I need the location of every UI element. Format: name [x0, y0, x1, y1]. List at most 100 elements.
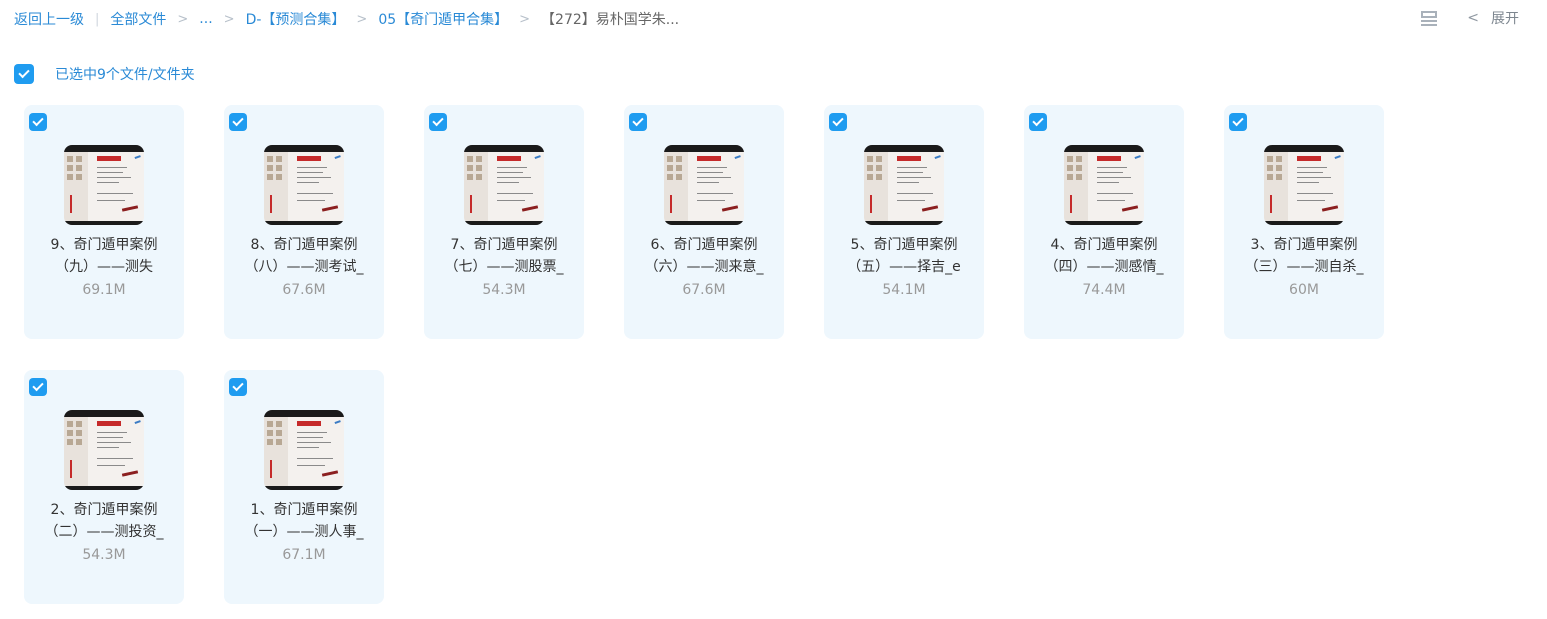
back-link[interactable]: 返回上一级	[14, 9, 84, 29]
breadcrumb-all-files[interactable]: 全部文件	[110, 9, 166, 29]
thumbnail-shape	[267, 421, 273, 427]
thumbnail-shape	[67, 421, 73, 427]
file-card[interactable]: 9、奇门遁甲案例 （九）——测失 69.1M	[24, 105, 184, 339]
thumbnail-shape	[1276, 156, 1282, 162]
file-thumbnail[interactable]	[664, 145, 744, 225]
thumbnail-shape	[1297, 182, 1319, 183]
breadcrumb-ellipsis[interactable]: ...	[199, 11, 212, 27]
list-view-icon[interactable]	[1421, 11, 1438, 26]
file-size: 67.1M	[282, 547, 326, 563]
thumbnail-shape	[1321, 205, 1339, 212]
file-card[interactable]: 3、奇门遁甲案例 （三）——测自杀_ 60M	[1224, 105, 1384, 339]
file-name[interactable]: 1、奇门遁甲案例 （一）——测人事_	[224, 499, 384, 543]
file-checkbox[interactable]	[629, 113, 647, 131]
thumbnail-shape	[297, 437, 323, 438]
thumbnail-shape	[870, 195, 872, 213]
file-name[interactable]: 6、奇门遁甲案例 （六）——测来意_	[624, 234, 784, 278]
file-thumbnail[interactable]	[1264, 145, 1344, 225]
thumbnail-shape	[667, 156, 673, 162]
file-card[interactable]: 5、奇门遁甲案例 （五）——择吉_e 54.1M	[824, 105, 984, 339]
file-name[interactable]: 3、奇门遁甲案例 （三）——测自杀_	[1224, 234, 1384, 278]
chevron-right-icon: >	[223, 11, 235, 27]
file-name[interactable]: 2、奇门遁甲案例 （二）——测投资_	[24, 499, 184, 543]
thumbnail-shape	[1097, 172, 1123, 173]
thumbnail-shape	[667, 174, 673, 180]
file-name[interactable]: 9、奇门遁甲案例 （九）——测失	[24, 234, 184, 278]
file-thumbnail[interactable]	[264, 410, 344, 490]
file-thumbnail[interactable]	[264, 145, 344, 225]
file-thumbnail[interactable]	[464, 145, 544, 225]
thumbnail-shape	[64, 152, 88, 221]
thumbnail-shape	[76, 156, 82, 162]
thumbnail-shape	[897, 156, 921, 161]
file-checkbox[interactable]	[1029, 113, 1047, 131]
thumbnail-shape	[70, 460, 72, 478]
thumbnail-shape	[276, 439, 282, 445]
file-checkbox[interactable]	[429, 113, 447, 131]
thumbnail-shape	[864, 152, 888, 221]
thumbnail-shape	[97, 200, 125, 201]
thumbnail-shape	[521, 205, 539, 212]
thumbnail-shape	[497, 193, 533, 194]
thumbnail-shape	[1297, 167, 1327, 168]
file-checkbox[interactable]	[229, 378, 247, 396]
breadcrumb-level2[interactable]: 05【奇门遁甲合集】	[378, 9, 508, 29]
thumbnail-shape	[1276, 174, 1282, 180]
file-thumbnail[interactable]	[864, 145, 944, 225]
selection-count-label: 已选中9个文件/文件夹	[55, 67, 195, 83]
file-card[interactable]: 6、奇门遁甲案例 （六）——测来意_ 67.6M	[624, 105, 784, 339]
file-checkbox[interactable]	[829, 113, 847, 131]
thumbnail-shape	[1297, 193, 1333, 194]
thumbnail-shape	[497, 156, 521, 161]
thumbnail-shape	[734, 155, 742, 161]
thumbnail-shape	[64, 486, 144, 490]
thumbnail-shape	[1064, 152, 1088, 221]
file-checkbox[interactable]	[1229, 113, 1247, 131]
thumbnail-shape	[297, 465, 325, 466]
thumbnail-shape	[697, 193, 733, 194]
file-card[interactable]: 1、奇门遁甲案例 （一）——测人事_ 67.1M	[224, 370, 384, 604]
file-name[interactable]: 7、奇门遁甲案例 （七）——测股票_	[424, 234, 584, 278]
thumbnail-shape	[264, 221, 344, 225]
file-name-line2: （一）——测人事_	[244, 524, 364, 540]
top-bar: 返回上一级 | 全部文件 > ... > D-【预测合集】 > 05【奇门遁甲合…	[0, 0, 1547, 38]
thumbnail-shape	[897, 200, 925, 201]
file-card[interactable]: 4、奇门遁甲案例 （四）——测感情_ 74.4M	[1024, 105, 1184, 339]
breadcrumb-level1[interactable]: D-【预测合集】	[246, 9, 346, 29]
thumbnail-shape	[864, 221, 944, 225]
thumbnail-shape	[897, 177, 931, 178]
file-card[interactable]: 7、奇门遁甲案例 （七）——测股票_ 54.3M	[424, 105, 584, 339]
thumbnail-shape	[921, 205, 939, 212]
thumbnail-shape	[1134, 155, 1142, 161]
thumbnail-shape	[864, 145, 944, 152]
file-thumbnail[interactable]	[64, 410, 144, 490]
file-checkbox[interactable]	[229, 113, 247, 131]
file-name[interactable]: 8、奇门遁甲案例 （八）——测考试_	[224, 234, 384, 278]
thumbnail-shape	[867, 165, 873, 171]
thumbnail-shape	[897, 182, 919, 183]
expand-button[interactable]: < 展开	[1467, 8, 1519, 28]
thumbnail-shape	[1097, 193, 1133, 194]
thumbnail-shape	[464, 221, 544, 225]
thumbnail-shape	[297, 156, 321, 161]
thumbnail-shape	[697, 167, 727, 168]
thumbnail-shape	[1064, 221, 1144, 225]
file-thumbnail[interactable]	[64, 145, 144, 225]
file-thumbnail[interactable]	[1064, 145, 1144, 225]
thumbnail-shape	[697, 156, 721, 161]
thumbnail-shape	[467, 165, 473, 171]
thumbnail-shape	[76, 174, 82, 180]
select-all-checkbox[interactable]	[14, 64, 34, 84]
thumbnail-shape	[67, 430, 73, 436]
file-checkbox[interactable]	[29, 378, 47, 396]
file-name-line2: （五）——择吉_e	[847, 259, 961, 275]
file-checkbox[interactable]	[29, 113, 47, 131]
file-card[interactable]: 2、奇门遁甲案例 （二）——测投资_ 54.3M	[24, 370, 184, 604]
thumbnail-shape	[1297, 172, 1323, 173]
thumbnail-shape	[276, 174, 282, 180]
file-name[interactable]: 4、奇门遁甲案例 （四）——测感情_	[1024, 234, 1184, 278]
file-name[interactable]: 5、奇门遁甲案例 （五）——择吉_e	[824, 234, 984, 278]
file-name-line2: （三）——测自杀_	[1244, 259, 1364, 275]
file-name-line1: 1、奇门遁甲案例	[250, 502, 358, 518]
file-card[interactable]: 8、奇门遁甲案例 （八）——测考试_ 67.6M	[224, 105, 384, 339]
